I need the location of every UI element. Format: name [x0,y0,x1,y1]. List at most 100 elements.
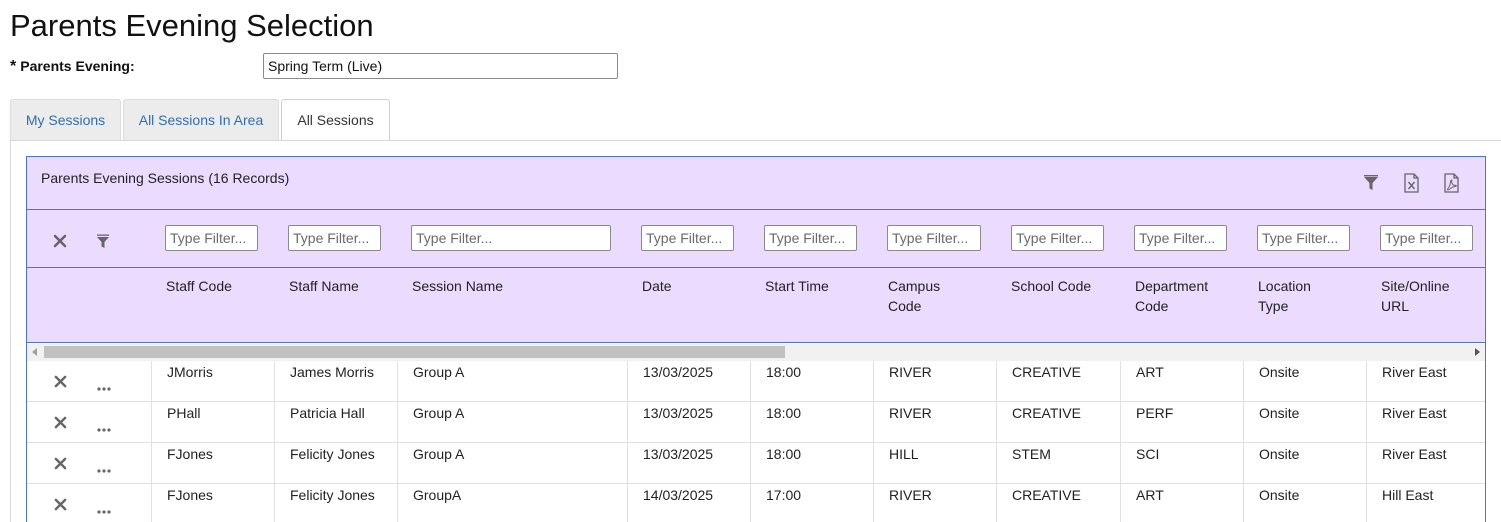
scroll-left-icon[interactable] [32,348,37,356]
clear-filters-icon[interactable] [53,234,67,253]
parents-evening-label: Parents Evening: [20,58,135,74]
table-row[interactable]: PHall Patricia Hall Group A 13/03/2025 18:00… [27,402,1485,443]
cell-site-url: River East [1366,402,1485,443]
cell-date: 14/03/2025 [627,484,750,522]
more-options-icon[interactable] [97,379,111,395]
filter-session-name[interactable] [411,225,611,251]
cell-school-code: STEM [996,443,1120,484]
cell-department-code: SCI [1120,443,1243,484]
cell-start-time: 18:00 [750,443,873,484]
parents-evening-label-wrap: * Parents Evening: [10,58,135,76]
delete-row-icon[interactable] [54,498,67,514]
col-school-code[interactable]: School Code [1011,276,1121,296]
cell-start-time: 18:00 [750,402,873,443]
cell-session-name: Group A [397,443,627,484]
cell-staff-name: Felicity Jones [274,484,397,522]
cell-start-time: 18:00 [750,361,873,402]
filter-department-code[interactable] [1134,225,1227,251]
tab-all-sessions-in-area[interactable]: All Sessions In Area [123,99,279,140]
more-options-icon[interactable] [97,420,111,436]
cell-school-code: CREATIVE [996,361,1120,402]
col-campus-code[interactable]: Campus Code [888,276,968,316]
cell-campus-code: RIVER [873,361,996,402]
filter-icon[interactable] [1359,171,1383,195]
cell-site-url: River East [1366,361,1485,402]
cell-session-name: Group A [397,402,627,443]
cell-staff-name: Felicity Jones [274,443,397,484]
parents-evening-row: * Parents Evening: Spring Term (Live) [10,53,630,80]
row-actions [27,443,151,484]
col-staff-name[interactable]: Staff Name [289,276,399,296]
cell-date: 13/03/2025 [627,443,750,484]
cell-staff-name: James Morris [274,361,397,402]
filter-staff-code[interactable] [165,225,258,251]
cell-school-code: CREATIVE [996,484,1120,522]
horizontal-scrollbar[interactable] [27,344,1485,361]
row-actions [27,402,151,443]
page-title: Parents Evening Selection [10,8,374,43]
required-mark: * [10,58,17,75]
parents-evening-select[interactable]: Spring Term (Live) [263,53,618,79]
col-start-time[interactable]: Start Time [765,276,875,296]
cell-date: 13/03/2025 [627,402,750,443]
scroll-right-icon[interactable] [1475,348,1480,356]
cell-staff-name: Patricia Hall [274,402,397,443]
row-actions [27,361,151,402]
more-options-icon[interactable] [97,461,111,477]
cell-site-url: River East [1366,443,1485,484]
cell-staff-code: JMorris [151,361,274,402]
col-site-url[interactable]: Site/Online URL [1381,276,1461,316]
pdf-export-icon[interactable] [1439,171,1463,195]
grid-title: Parents Evening Sessions (16 Records) [41,170,290,186]
tab-my-sessions[interactable]: My Sessions [10,99,121,140]
excel-export-icon[interactable] [1399,171,1423,195]
cell-location-type: Onsite [1243,443,1366,484]
filter-site-url[interactable] [1380,225,1473,251]
cell-staff-code: PHall [151,402,274,443]
grid-header: Parents Evening Sessions (16 Records) [27,157,1485,210]
row-actions [27,484,151,522]
cell-staff-code: FJones [151,484,274,522]
col-staff-code[interactable]: Staff Code [166,276,276,296]
cell-department-code: ART [1120,361,1243,402]
cell-date: 13/03/2025 [627,361,750,402]
cell-session-name: GroupA [397,484,627,522]
delete-row-icon[interactable] [54,416,67,432]
session-tabs: My Sessions All Sessions In Area All Ses… [10,99,1500,141]
more-options-icon[interactable] [97,502,111,518]
sessions-grid: Parents Evening Sessions (16 Records) St… [26,156,1486,522]
cell-department-code: PERF [1120,402,1243,443]
filter-start-time[interactable] [764,225,857,251]
cell-location-type: Onsite [1243,402,1366,443]
filter-location-type[interactable] [1257,225,1350,251]
cell-session-name: Group A [397,361,627,402]
cell-campus-code: HILL [873,443,996,484]
col-location-type[interactable]: Location Type [1258,276,1338,316]
delete-row-icon[interactable] [54,375,67,391]
cell-location-type: Onsite [1243,361,1366,402]
filter-date[interactable] [641,225,734,251]
table-row[interactable]: JMorris James Morris Group A 13/03/2025 18:0… [27,361,1485,402]
table-row[interactable]: FJones Felicity Jones GroupA 14/03/2025 17:0… [27,484,1485,522]
col-date[interactable]: Date [642,276,752,296]
cell-campus-code: RIVER [873,484,996,522]
scrollbar-thumb[interactable] [44,346,785,358]
tab-all-sessions[interactable]: All Sessions [281,99,390,141]
filter-campus-code[interactable] [887,225,981,251]
filter-school-code[interactable] [1011,225,1104,251]
cell-start-time: 17:00 [750,484,873,522]
cell-school-code: CREATIVE [996,402,1120,443]
cell-campus-code: RIVER [873,402,996,443]
filter-row [27,210,1485,268]
filter-staff-name[interactable] [288,225,381,251]
delete-row-icon[interactable] [54,457,67,473]
cell-site-url: Hill East [1366,484,1485,522]
column-header-row: Staff Code Staff Name Session Name Date … [27,268,1485,343]
col-session-name[interactable]: Session Name [412,276,622,296]
col-department-code[interactable]: Department Code [1135,276,1225,316]
cell-location-type: Onsite [1243,484,1366,522]
table-row[interactable]: FJones Felicity Jones Group A 13/03/2025 18:… [27,443,1485,484]
cell-staff-code: FJones [151,443,274,484]
cell-department-code: ART [1120,484,1243,522]
filter-toggle-icon[interactable] [95,233,111,254]
